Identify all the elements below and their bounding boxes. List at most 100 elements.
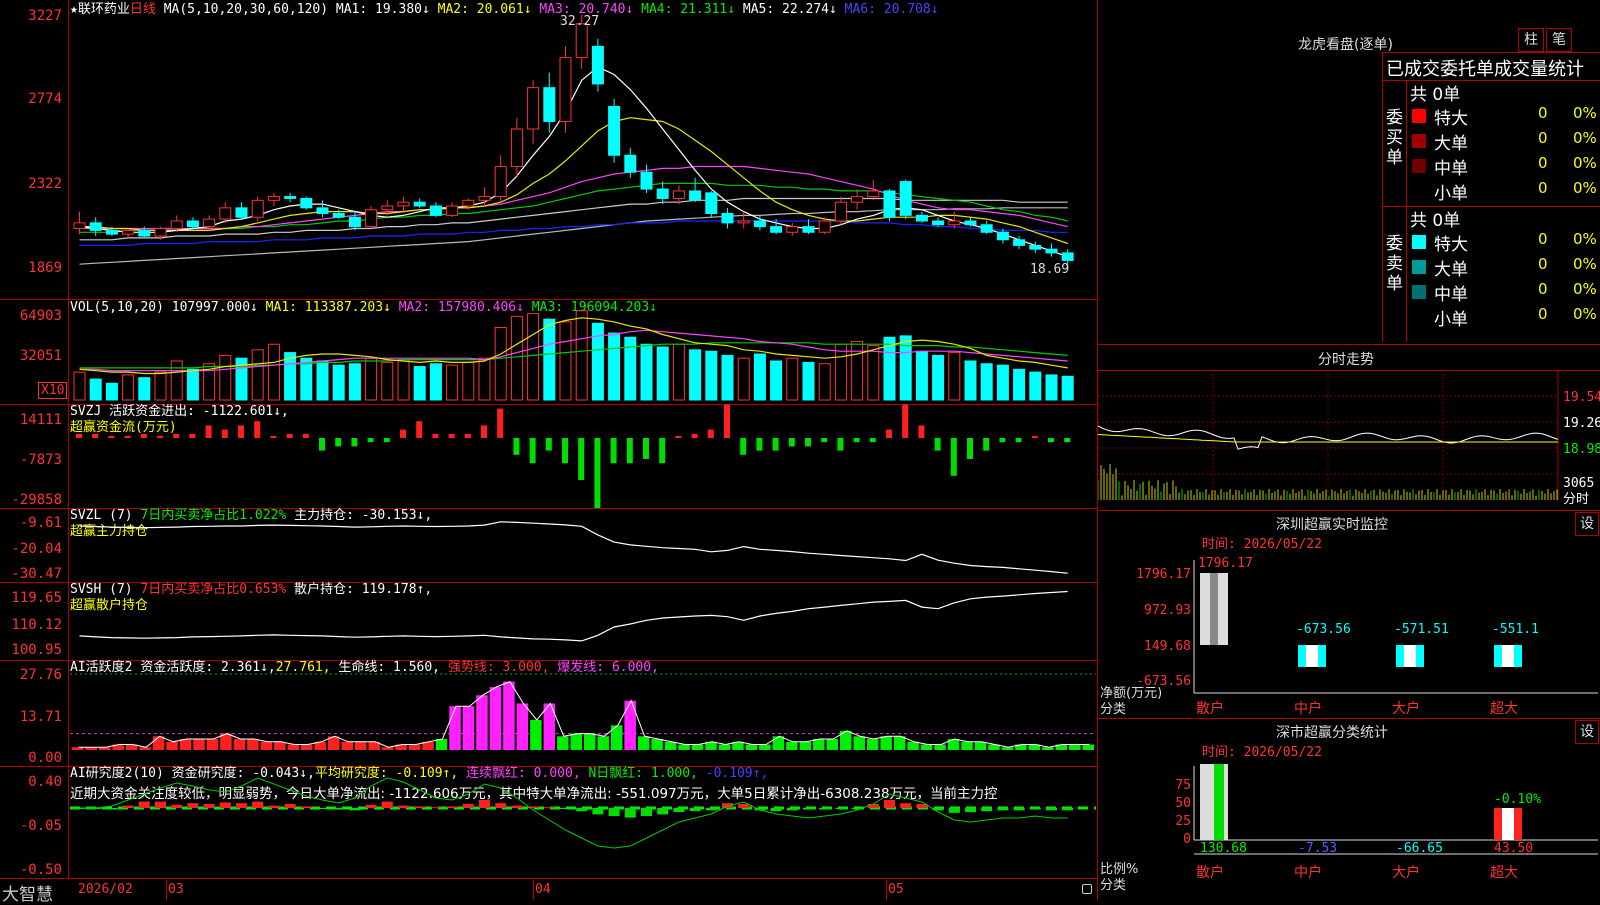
flow-bar (853, 438, 860, 443)
research-bar (203, 804, 215, 808)
tick-mode-button[interactable]: 笔 (1546, 28, 1572, 52)
intraday-vol: 3065 (1563, 476, 1595, 491)
intraday-chart[interactable] (1098, 370, 1600, 510)
stats-title: 已成交委托单成交量统计 (1386, 59, 1584, 80)
volume-bar (802, 361, 815, 401)
svsh-panel[interactable]: SVSH (7) 7日内买卖净占比0.653% 散户持仓: 119.178↑, … (0, 582, 1098, 660)
research-bar (948, 808, 960, 813)
intraday-price: 18.98 (1563, 442, 1600, 457)
classify-value: -7.53 (1298, 841, 1337, 856)
volume-chart[interactable] (0, 300, 1098, 404)
volume-bar (915, 350, 928, 401)
svzj-tick: -29858 (11, 492, 62, 508)
monitor-chart[interactable]: 1796.17972.93149.68-673.561796.17-673.56… (1098, 555, 1600, 720)
activity-bar (503, 681, 515, 750)
order-size-label: 中单 (1434, 159, 1468, 179)
activity-bar (813, 739, 825, 750)
kline-panel[interactable]: ★联环药业日线 MA(5,10,20,30,60,120) MA1: 19.38… (0, 0, 1098, 300)
flow-bar (1015, 438, 1022, 443)
flow-bar (821, 438, 828, 443)
monitor-category: 大户 (1392, 700, 1420, 717)
candle-body (122, 229, 135, 235)
svzl-tick: -30.47 (11, 566, 62, 582)
research-bar (446, 806, 458, 808)
classify-chart[interactable]: 75 50 25 0 -0.10% 130.68 -7.53 -66.65 43.50 散户 中户 大… (1098, 762, 1600, 900)
flow-bar (918, 425, 925, 438)
volume-bar (1029, 371, 1042, 401)
ai-activity-panel[interactable]: AI活跃度2 资金活跃度: 2.361↓,27.761, 生命线: 1.560,… (0, 660, 1098, 766)
research-bar (560, 808, 571, 809)
activity-bar (408, 744, 421, 750)
sell-total: 共 0单 (1410, 211, 1461, 231)
activity-bar (287, 744, 300, 750)
classify-value: -66.65 (1396, 841, 1443, 856)
flow-bar (238, 425, 244, 438)
vol-unit-badge: X10 (38, 382, 68, 399)
activity-bar (301, 744, 313, 750)
flow-bar (319, 438, 325, 451)
order-size-label: 小单 (1434, 184, 1468, 204)
app-logo: 大智慧 (2, 885, 53, 905)
research-bar (236, 803, 247, 808)
intraday-price: 19.26 (1563, 416, 1600, 431)
candle-body (203, 218, 216, 228)
flow-bar (610, 438, 617, 464)
research-bar (479, 800, 490, 808)
volume-bar (494, 327, 507, 401)
flow-bar (286, 433, 293, 438)
classify-category: 散户 (1196, 864, 1224, 881)
flow-bar (157, 435, 163, 438)
volume-panel[interactable]: VOL(5,10,20) 107997.000↓ MA1: 113387.203… (0, 300, 1098, 404)
candle-body (753, 220, 766, 228)
activity-chart[interactable] (0, 660, 1098, 766)
candle-body (624, 154, 637, 173)
research-bar (738, 804, 750, 808)
flow-bar (481, 425, 487, 438)
fund-flow-chart[interactable] (0, 404, 1098, 508)
order-count: 0 (1538, 104, 1548, 122)
bar-mode-button[interactable]: 柱 (1518, 28, 1544, 52)
candle-body (413, 201, 426, 207)
volume-bar (316, 360, 329, 401)
volume-bar (656, 346, 669, 401)
color-swatch (1412, 310, 1426, 324)
research-bar (106, 808, 118, 810)
activity-bar (476, 695, 488, 750)
candle-body (656, 188, 669, 199)
volume-bar (543, 318, 556, 401)
svzj-panel[interactable]: SVZJ 活跃资金进出: -1122.601↓, 超赢资金流(万元) (0, 404, 1098, 508)
monitor-settings-button[interactable]: 设 (1575, 512, 1599, 536)
candle-body (154, 228, 167, 237)
volume-bar (851, 340, 864, 401)
volume-bar (413, 366, 426, 401)
svzl-panel[interactable]: SVZL (7) 7日内买卖净占比1.022% 主力持仓: -30.153↓, … (0, 508, 1098, 582)
main-holding-chart[interactable] (0, 508, 1098, 582)
candle-body (300, 197, 313, 209)
order-size-label: 小单 (1434, 310, 1468, 330)
volume-bar (332, 364, 345, 401)
activity-bar (1082, 744, 1094, 750)
candlestick-chart[interactable] (0, 0, 1098, 300)
order-pct: 0% (1573, 255, 1597, 273)
activity-bar (934, 744, 946, 750)
svzj-tick: -7873 (19, 452, 62, 468)
lock-icon[interactable] (1082, 884, 1092, 894)
flow-bar (140, 433, 147, 438)
activity-bar (651, 739, 663, 750)
research-chart[interactable] (0, 766, 1098, 878)
ai-research-panel[interactable]: AI研究度2(10) 资金研究度: -0.043↓,平均研究度: -0.109↑… (0, 766, 1098, 878)
activity-bar (799, 741, 812, 750)
candle-body (105, 229, 118, 235)
activity-bar (880, 736, 892, 750)
flow-bar (92, 433, 99, 438)
color-swatch (1412, 184, 1426, 198)
candle-body (1061, 252, 1074, 261)
activity-bar (584, 733, 596, 750)
research-bar (365, 804, 377, 808)
price-tick: 2774 (28, 91, 62, 107)
classify-settings-button[interactable]: 设 (1575, 720, 1599, 744)
candle-body (883, 190, 896, 218)
research-bar (155, 801, 166, 808)
retail-holding-chart[interactable] (0, 582, 1098, 660)
volume-bar (608, 332, 621, 401)
